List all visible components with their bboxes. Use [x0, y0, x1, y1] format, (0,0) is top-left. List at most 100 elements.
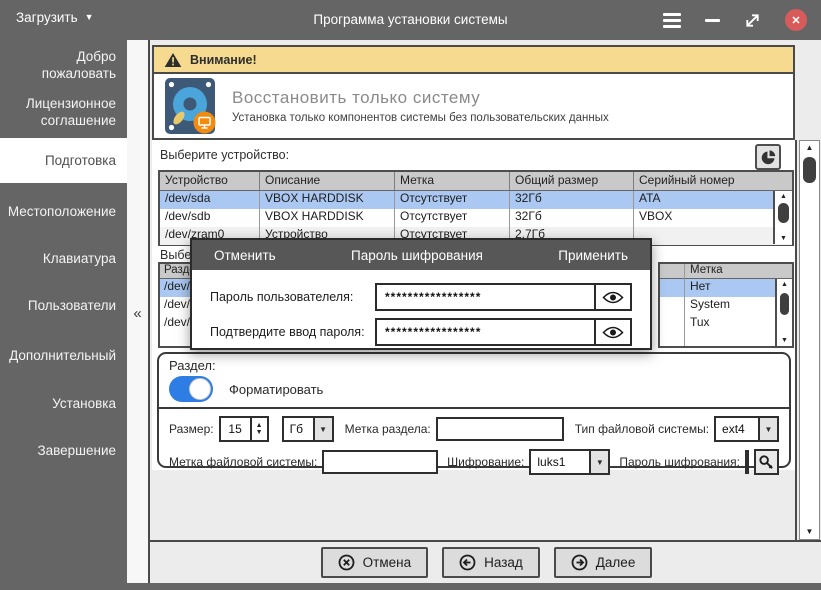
partition-table-left-fragment: Раздел /dev/ /dev/ /dev/ [158, 262, 193, 348]
menu-icon[interactable] [663, 13, 681, 28]
chevron-down-icon: ▼ [758, 418, 777, 440]
scroll-down-icon[interactable]: ▼ [800, 525, 819, 539]
table-row[interactable]: Нет [660, 279, 792, 297]
unit-select[interactable]: Гб ▼ [282, 416, 334, 442]
sidebar-item-license[interactable]: Лицензионное соглашение [0, 95, 127, 129]
footer-bar: Отмена Назад Далее [150, 540, 821, 583]
collapse-sidebar-icon[interactable]: « [127, 305, 148, 322]
size-stepper[interactable]: 15 ▲▼ [219, 416, 269, 442]
table-row[interactable]: /dev/ [160, 315, 191, 333]
partition-panel-title: Раздел: [169, 358, 779, 373]
confirm-password-label: Подтвердите ввод пароля: [210, 325, 375, 339]
scrollbar-thumb[interactable] [803, 157, 816, 183]
device-select-label: Выберите устройство: [160, 148, 289, 162]
device-table-scrollbar[interactable]: ▲ ▼ [773, 191, 792, 244]
confirm-password-input[interactable]: ***************** [377, 320, 594, 344]
scrollbar-thumb[interactable] [778, 203, 789, 223]
page-subtitle: Установка только компонентов системы без… [232, 112, 609, 124]
password-field: ***************** [375, 283, 632, 311]
bottom-strip [127, 583, 821, 590]
sidebar-item-location[interactable]: Местоположение [0, 203, 127, 220]
sidebar-item-users[interactable]: Пользователи [0, 297, 127, 314]
warning-icon [164, 52, 182, 68]
password-input[interactable]: ***************** [377, 285, 594, 309]
steps-sidebar: Добро пожаловать Лицензионное соглашение… [0, 40, 127, 590]
partition-table-scrollbar[interactable]: ▲ ▼ [775, 279, 792, 346]
scroll-up-icon[interactable]: ▲ [800, 141, 819, 155]
close-icon[interactable]: ✕ [785, 9, 807, 31]
partition-label-input[interactable] [436, 417, 564, 441]
table-row[interactable]: /dev/ [160, 297, 191, 315]
key-icon [758, 454, 775, 471]
table-row[interactable]: /dev/ [160, 279, 191, 297]
table-row[interactable]: Tux [660, 315, 792, 333]
installer-window: Загрузить ▼ Программа установки системы … [0, 0, 821, 590]
harddisk-icon [162, 77, 218, 135]
fs-type-select[interactable]: ext4 ▼ [714, 416, 779, 442]
sidebar-item-finish[interactable]: Завершение [0, 442, 127, 459]
partition-table-right-fragment: Метка Нет System Tux ▲ ▼ [658, 262, 794, 348]
titlebar: Загрузить ▼ Программа установки системы … [0, 0, 821, 40]
partition-select-label: Выбери [160, 248, 194, 262]
sidebar-item-keyboard[interactable]: Клавиатура [0, 250, 127, 267]
dialog-apply-button[interactable]: Применить [558, 248, 628, 263]
size-value: 15 [221, 418, 250, 440]
show-password-button[interactable] [594, 320, 630, 344]
cancel-button[interactable]: Отмена [321, 547, 428, 578]
dialog-cancel-button[interactable]: Отменить [214, 248, 276, 263]
device-table-header: Устройство Описание Метка Общий размер С… [160, 172, 792, 191]
sidebar-item-install[interactable]: Установка [0, 395, 127, 412]
cancel-circle-icon [338, 554, 355, 571]
dialog-title: Пароль шифрования [351, 248, 483, 263]
encryption-value: luks1 [531, 451, 589, 473]
disk-usage-button[interactable] [755, 144, 781, 170]
format-toggle[interactable] [169, 376, 213, 402]
eye-icon [602, 325, 624, 340]
device-table: Устройство Описание Метка Общий размер С… [158, 170, 794, 246]
format-label: Форматировать [229, 382, 323, 397]
unit-value: Гб [284, 418, 313, 440]
size-label: Размер: [169, 422, 214, 436]
table-row[interactable]: /dev/sdbVBOX HARDDISK Отсутствует32Гб VB… [160, 209, 792, 227]
enc-password-label: Пароль шифрования: [619, 455, 740, 469]
chevron-down-icon: ▼ [313, 418, 332, 440]
scroll-down-icon[interactable]: ▼ [777, 335, 792, 346]
scrollbar-thumb[interactable] [780, 293, 789, 315]
back-button[interactable]: Назад [442, 547, 540, 578]
warning-text: Внимание! [190, 53, 257, 67]
encryption-select[interactable]: luks1 ▼ [529, 449, 610, 475]
password-label: Пароль пользователеля: [210, 290, 375, 304]
fs-label-label: Метка файловой системы: [169, 455, 317, 469]
sidebar-collapse-strip: « [127, 40, 148, 583]
sidebar-item-additional[interactable]: Дополнительный [0, 347, 127, 364]
scroll-up-icon[interactable]: ▲ [777, 279, 792, 290]
expand-icon[interactable] [744, 12, 761, 29]
next-button[interactable]: Далее [554, 547, 653, 578]
page-title: Восстановить только систему [232, 88, 609, 108]
back-arrow-icon [459, 554, 476, 571]
main-scrollbar[interactable]: ▲ ▼ [799, 140, 820, 540]
sidebar-item-preparation[interactable]: Подготовка [0, 138, 127, 183]
scroll-down-icon[interactable]: ▼ [775, 233, 792, 244]
table-row[interactable]: System [660, 297, 792, 315]
generate-password-button[interactable] [754, 449, 779, 475]
minimize-icon[interactable] [705, 19, 720, 22]
sidebar-item-welcome[interactable]: Добро пожаловать [0, 48, 127, 82]
fs-type-value: ext4 [716, 418, 758, 440]
fs-type-label: Тип файловой системы: [575, 422, 709, 436]
enc-password-input[interactable] [745, 450, 749, 474]
table-row[interactable]: /dev/sdaVBOX HARDDISK Отсутствует32Гб AT… [160, 191, 792, 209]
encryption-password-dialog: Отменить Пароль шифрования Применить Пар… [190, 238, 652, 350]
confirm-password-field: ***************** [375, 318, 632, 346]
partition-panel: Раздел: Форматировать Размер: 15 ▲▼ [157, 352, 791, 468]
window-controls: ✕ [663, 0, 807, 40]
encryption-label: Шифрование: [447, 455, 524, 469]
fs-label-input[interactable] [322, 450, 438, 474]
show-password-button[interactable] [594, 285, 630, 309]
pie-chart-icon [760, 149, 777, 166]
dialog-titlebar: Отменить Пароль шифрования Применить [192, 240, 650, 270]
stepper-arrows-icon[interactable]: ▲▼ [250, 418, 267, 440]
page-header: Внимание! Восстановить только систему [152, 45, 795, 140]
eye-icon [602, 290, 624, 305]
scroll-up-icon[interactable]: ▲ [775, 191, 792, 202]
